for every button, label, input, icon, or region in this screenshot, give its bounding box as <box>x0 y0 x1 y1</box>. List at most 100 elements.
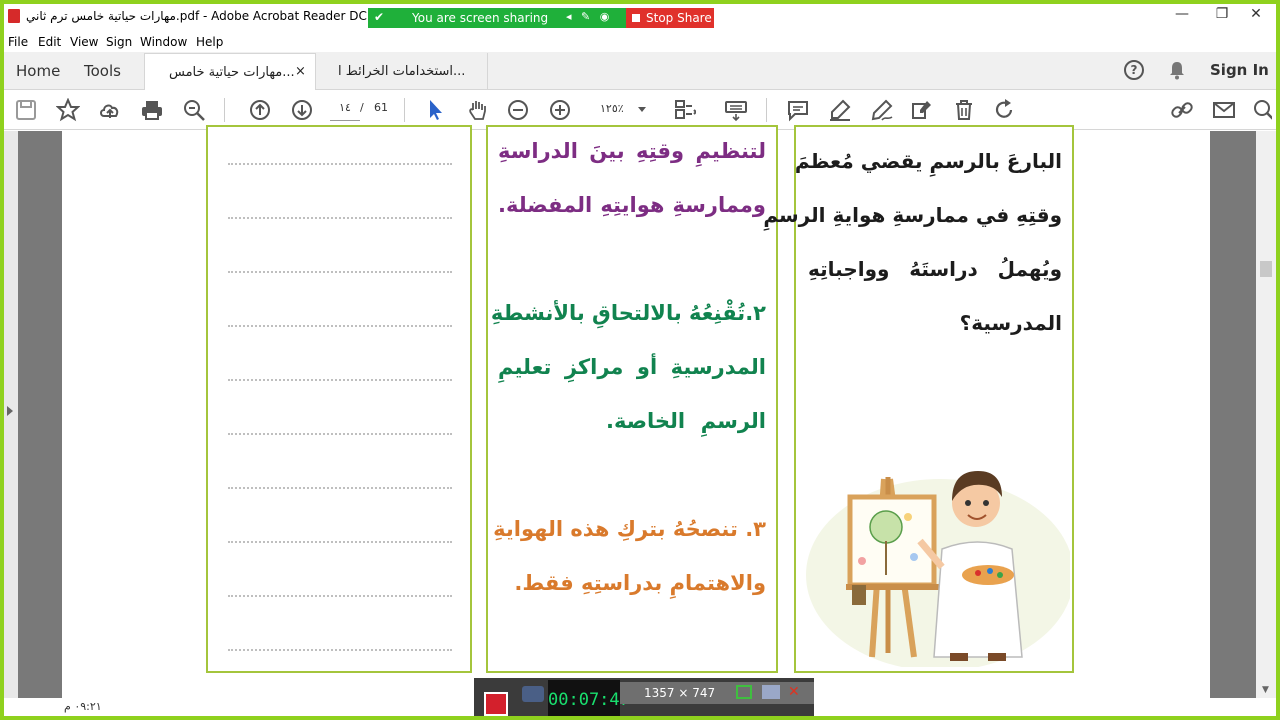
page-down-icon[interactable] <box>290 98 314 122</box>
question-text-line: البارعَ بالرسمِ يقضي مُعظمَ <box>794 149 1062 173</box>
stop-share-label: Stop Share <box>646 11 712 25</box>
edit-pdf-icon[interactable] <box>910 98 934 122</box>
print-icon[interactable] <box>140 98 164 122</box>
menu-bar: File Edit View Sign Window Help <box>4 30 1276 52</box>
window-title: مهارات حياتية خامس ترم ثاني.pdf - Adobe … <box>26 9 416 23</box>
choice-text-line: ٢.تُقْنِعُهُ بالالتحاقِ بالأنشطةِ <box>490 301 766 325</box>
choice-text-line: وممارسةِ هوايتِهِ المفضلة. <box>498 193 766 217</box>
menu-file[interactable]: File <box>8 35 28 49</box>
record-stop-button[interactable] <box>484 692 508 716</box>
stop-share-button[interactable]: Stop Share <box>626 8 714 28</box>
answer-dotted-line <box>228 325 452 327</box>
highlight-pen-icon[interactable] <box>828 98 852 122</box>
doc-tab-active[interactable]: مهارات حياتية خامس... × <box>144 53 316 90</box>
zoom-out-icon[interactable] <box>506 98 530 122</box>
camera-icon[interactable] <box>522 686 544 702</box>
bookmark-star-icon[interactable] <box>55 97 81 122</box>
page-total: 61 <box>374 101 388 114</box>
answer-dotted-line <box>228 271 452 273</box>
menu-edit[interactable]: Edit <box>38 35 61 49</box>
menu-window[interactable]: Window <box>140 35 187 49</box>
recording-dimensions-bar: 1357 × 747 ✕ <box>620 682 814 704</box>
menu-view[interactable]: View <box>70 35 98 49</box>
zoom-level-select[interactable]: ١٢٥٪ <box>596 97 650 121</box>
draw-sign-icon[interactable] <box>870 98 894 122</box>
answer-dotted-line <box>228 217 452 219</box>
page-separator: / <box>360 101 364 114</box>
close-window-button[interactable]: ✕ <box>1236 6 1276 26</box>
rotate-icon[interactable] <box>992 98 1016 122</box>
screen-frame: مهارات حياتية خامس ترم ثاني.pdf - Adobe … <box>0 0 1280 720</box>
screen-sharing-bar: ✔ You are screen sharing ◂ ✎ ◉ <box>368 8 626 28</box>
sign-in-button[interactable]: Sign In <box>1210 61 1269 79</box>
page-up-icon[interactable] <box>248 98 272 122</box>
pdf-page: لتنظيمِ وقتِهِ بينَ الدراسةِ وممارسةِ هو… <box>62 125 1210 716</box>
share-link-icon[interactable] <box>1170 98 1194 122</box>
question-text-line: ويُهملُ دراستَهُ وواجباتِهِ <box>808 257 1062 281</box>
hand-tool-icon[interactable] <box>466 98 490 122</box>
zoom-level-value: ١٢٥٪ <box>600 102 624 115</box>
save-icon[interactable] <box>14 98 38 122</box>
menu-sign[interactable]: Sign <box>106 35 132 49</box>
pdf-app-icon <box>8 9 20 23</box>
close-recorder-icon[interactable]: ✕ <box>788 684 800 700</box>
answer-lines-panel <box>206 125 472 673</box>
search-document-icon[interactable] <box>1252 98 1272 122</box>
left-pane-toggle[interactable] <box>4 131 18 716</box>
choice-text-line: والاهتمامِ بدراستِهِ فقط. <box>514 571 766 595</box>
recording-timer: 00:07:47 <box>548 680 630 716</box>
scroll-down-arrow-icon[interactable]: ▼ <box>1262 685 1269 695</box>
screen-sharing-label: You are screen sharing <box>412 11 549 25</box>
tab-tools[interactable]: Tools <box>84 62 121 80</box>
document-viewport: لتنظيمِ وقتِهِ بينَ الدراسةِ وممارسةِ هو… <box>4 125 1276 716</box>
taskbar-clock: ٠٩:٢١ م <box>64 700 102 713</box>
boy-painting-illustration <box>806 471 1070 667</box>
answer-dotted-line <box>228 433 452 435</box>
zoom-search-icon[interactable] <box>182 98 206 122</box>
choice-text-line: ٣. تنصحُهُ بتركِ هذه الهوايةِ <box>493 517 766 541</box>
choices-panel: لتنظيمِ وقتِهِ بينَ الدراسةِ وممارسةِ هو… <box>486 125 778 673</box>
question-text-line: المدرسية؟ <box>959 311 1062 335</box>
menu-help[interactable]: Help <box>196 35 223 49</box>
minimize-recorder-icon[interactable] <box>762 685 780 699</box>
help-icon[interactable]: ? <box>1124 60 1144 80</box>
scrollbar-thumb[interactable] <box>1260 261 1272 277</box>
keyboard-tool-icon[interactable] <box>724 98 748 122</box>
zoom-in-icon[interactable] <box>548 98 572 122</box>
chevron-right-icon <box>7 406 13 416</box>
page-display-icon[interactable] <box>672 98 698 122</box>
sharing-status-icons: ◂ ✎ ◉ <box>566 10 613 23</box>
comment-icon[interactable] <box>786 98 810 122</box>
vertical-scrollbar[interactable]: ▼ <box>1256 131 1276 716</box>
close-tab-icon[interactable]: × <box>295 64 306 79</box>
doc-tab-inactive[interactable]: استخدامات الخرائط ا... <box>316 53 488 90</box>
doc-tab-label: مهارات حياتية خامس... <box>169 65 295 80</box>
choice-text-line: الرسمِ الخاصة. <box>606 409 766 433</box>
tab-bar: Home Tools مهارات حياتية خامس... × استخد… <box>4 52 1276 90</box>
answer-dotted-line <box>228 487 452 489</box>
title-bar: مهارات حياتية خامس ترم ثاني.pdf - Adobe … <box>4 4 1276 28</box>
maximize-region-icon[interactable] <box>736 685 752 699</box>
answer-dotted-line <box>228 379 452 381</box>
answer-dotted-line <box>228 163 452 165</box>
answer-dotted-line <box>228 595 452 597</box>
email-icon[interactable] <box>1212 98 1236 122</box>
minimize-button[interactable]: — <box>1162 6 1202 26</box>
doc-tab-label: استخدامات الخرائط ا... <box>338 64 466 79</box>
toolbar-separator <box>224 98 225 122</box>
page-number-input[interactable]: ١٤ <box>330 97 360 121</box>
stop-icon <box>632 14 640 22</box>
screen-recorder-overlay: 00:07:47 1357 × 747 ✕ <box>474 678 814 716</box>
select-cursor-icon[interactable] <box>424 98 448 122</box>
tab-home[interactable]: Home <box>16 62 60 80</box>
upload-cloud-icon[interactable] <box>98 98 122 122</box>
toolbar-separator <box>766 98 767 122</box>
choice-text-line: لتنظيمِ وقتِهِ بينَ الدراسةِ <box>498 139 766 163</box>
trash-icon[interactable] <box>952 98 976 122</box>
bell-icon[interactable] <box>1168 60 1186 80</box>
recording-dimensions: 1357 × 747 <box>644 686 716 700</box>
toolbar-separator <box>404 98 405 122</box>
answer-dotted-line <box>228 541 452 543</box>
question-text-line: وقتِهِ في ممارسةِ هوايةِ الرسمِ <box>763 203 1062 227</box>
answer-dotted-line <box>228 649 452 651</box>
